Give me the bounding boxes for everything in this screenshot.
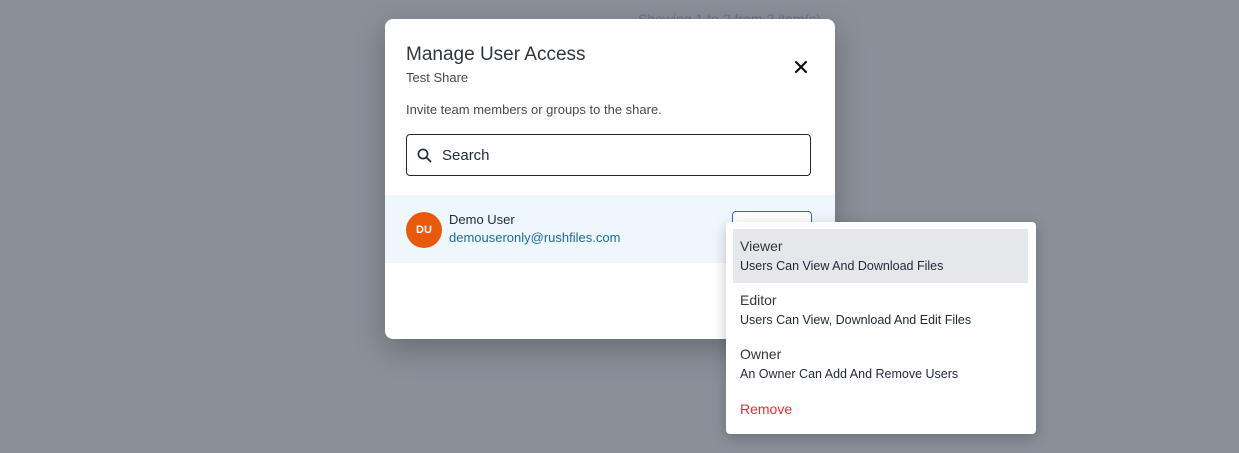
modal-title: Manage User Access	[406, 44, 586, 65]
role-option-title: Owner	[740, 346, 782, 362]
avatar: DU	[406, 212, 442, 248]
search-field[interactable]	[406, 134, 811, 176]
user-email: demouseronly@rushfiles.com	[449, 230, 621, 245]
role-option-title: Editor	[740, 292, 777, 308]
role-option-owner[interactable]: Owner An Owner Can Add And Remove Users	[733, 337, 1028, 391]
remove-user-option[interactable]: Remove	[740, 401, 792, 417]
user-name: Demo User	[449, 212, 515, 227]
search-icon	[417, 148, 432, 162]
role-option-editor[interactable]: Editor Users Can View, Download And Edit…	[733, 283, 1028, 337]
close-icon	[794, 60, 808, 74]
role-dropdown-menu: Viewer Users Can View And Download Files…	[726, 222, 1036, 434]
close-button[interactable]	[789, 55, 813, 79]
search-input[interactable]	[440, 145, 784, 165]
role-option-description: An Owner Can Add And Remove Users	[740, 367, 959, 381]
role-option-viewer[interactable]: Viewer Users Can View And Download Files	[733, 229, 1028, 283]
role-option-description: Users Can View And Download Files	[740, 259, 944, 273]
role-option-description: Users Can View, Download And Edit Files	[740, 313, 972, 327]
role-option-title: Viewer	[740, 238, 783, 254]
share-name: Test Share	[406, 70, 469, 85]
invite-description: Invite team members or groups to the sha…	[406, 102, 662, 117]
